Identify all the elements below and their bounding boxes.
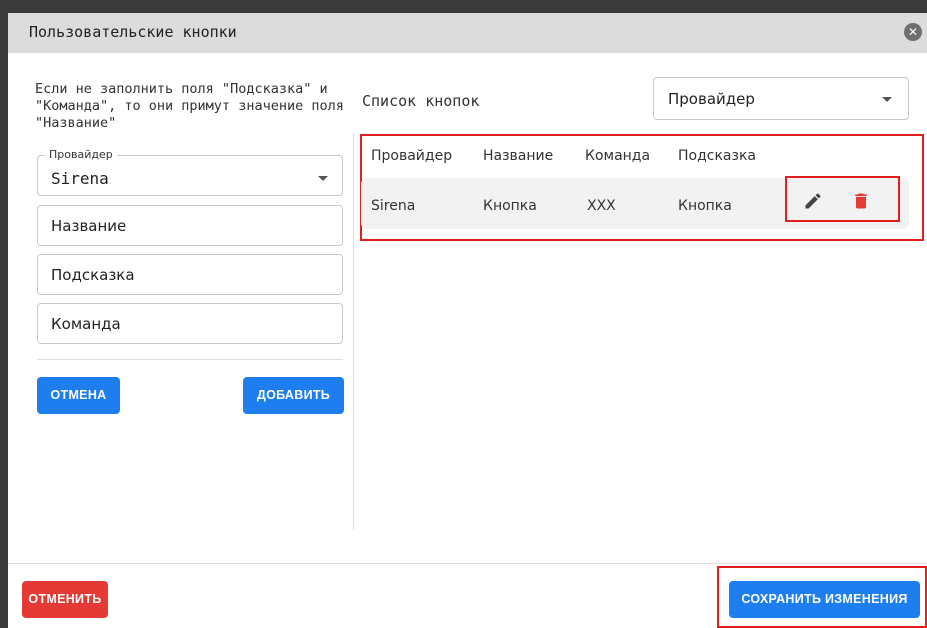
caret-down-icon (318, 176, 328, 181)
name-field-placeholder: Название (51, 217, 127, 235)
provider-select-value: Sirena (51, 169, 109, 188)
column-header-hint: Подсказка (678, 148, 756, 164)
dialog-title: Пользовательские кнопки (29, 23, 237, 41)
provider-filter-select[interactable]: Провайдер (653, 77, 909, 120)
footer-divider (8, 563, 927, 564)
pencil-icon[interactable] (803, 191, 823, 211)
cell-name: Кнопка (483, 198, 537, 214)
form-divider (37, 359, 343, 360)
trash-icon[interactable] (851, 191, 871, 211)
add-button[interactable]: ДОБАВИТЬ (243, 377, 344, 414)
background-overlay-top (0, 0, 927, 13)
background-overlay-left (0, 0, 8, 628)
cell-provider: Sirena (371, 198, 416, 214)
panel-divider (353, 133, 354, 530)
name-field[interactable]: Название (37, 205, 343, 246)
column-header-command: Команда (585, 148, 651, 164)
cancel-changes-button[interactable]: ОТМЕНИТЬ (22, 581, 108, 618)
close-icon[interactable]: ✕ (904, 23, 922, 41)
cell-command: XXX (587, 198, 616, 214)
provider-select-label: Провайдер (45, 148, 117, 161)
dialog-titlebar: Пользовательские кнопки ✕ (8, 13, 927, 53)
custom-buttons-dialog: Пользовательские кнопки ✕ Если не заполн… (8, 13, 927, 628)
command-field-placeholder: Команда (51, 315, 121, 333)
hint-field[interactable]: Подсказка (37, 254, 343, 295)
provider-filter-value: Провайдер (668, 90, 755, 108)
command-field[interactable]: Команда (37, 303, 343, 344)
provider-select[interactable]: Провайдер Sirena (37, 148, 343, 196)
buttons-list-title: Список кнопок (362, 92, 480, 110)
hint-field-placeholder: Подсказка (51, 266, 135, 284)
cell-hint: Кнопка (678, 198, 732, 214)
save-changes-button[interactable]: СОХРАНИТЬ ИЗМЕНЕНИЯ (729, 581, 920, 618)
column-header-name: Название (483, 148, 554, 164)
column-header-provider: Провайдер (371, 148, 453, 164)
form-hint: Если не заполнить поля "Подсказка" и "Ко… (35, 81, 344, 131)
form-cancel-button[interactable]: ОТМЕНА (37, 377, 120, 414)
caret-down-icon (882, 97, 892, 102)
